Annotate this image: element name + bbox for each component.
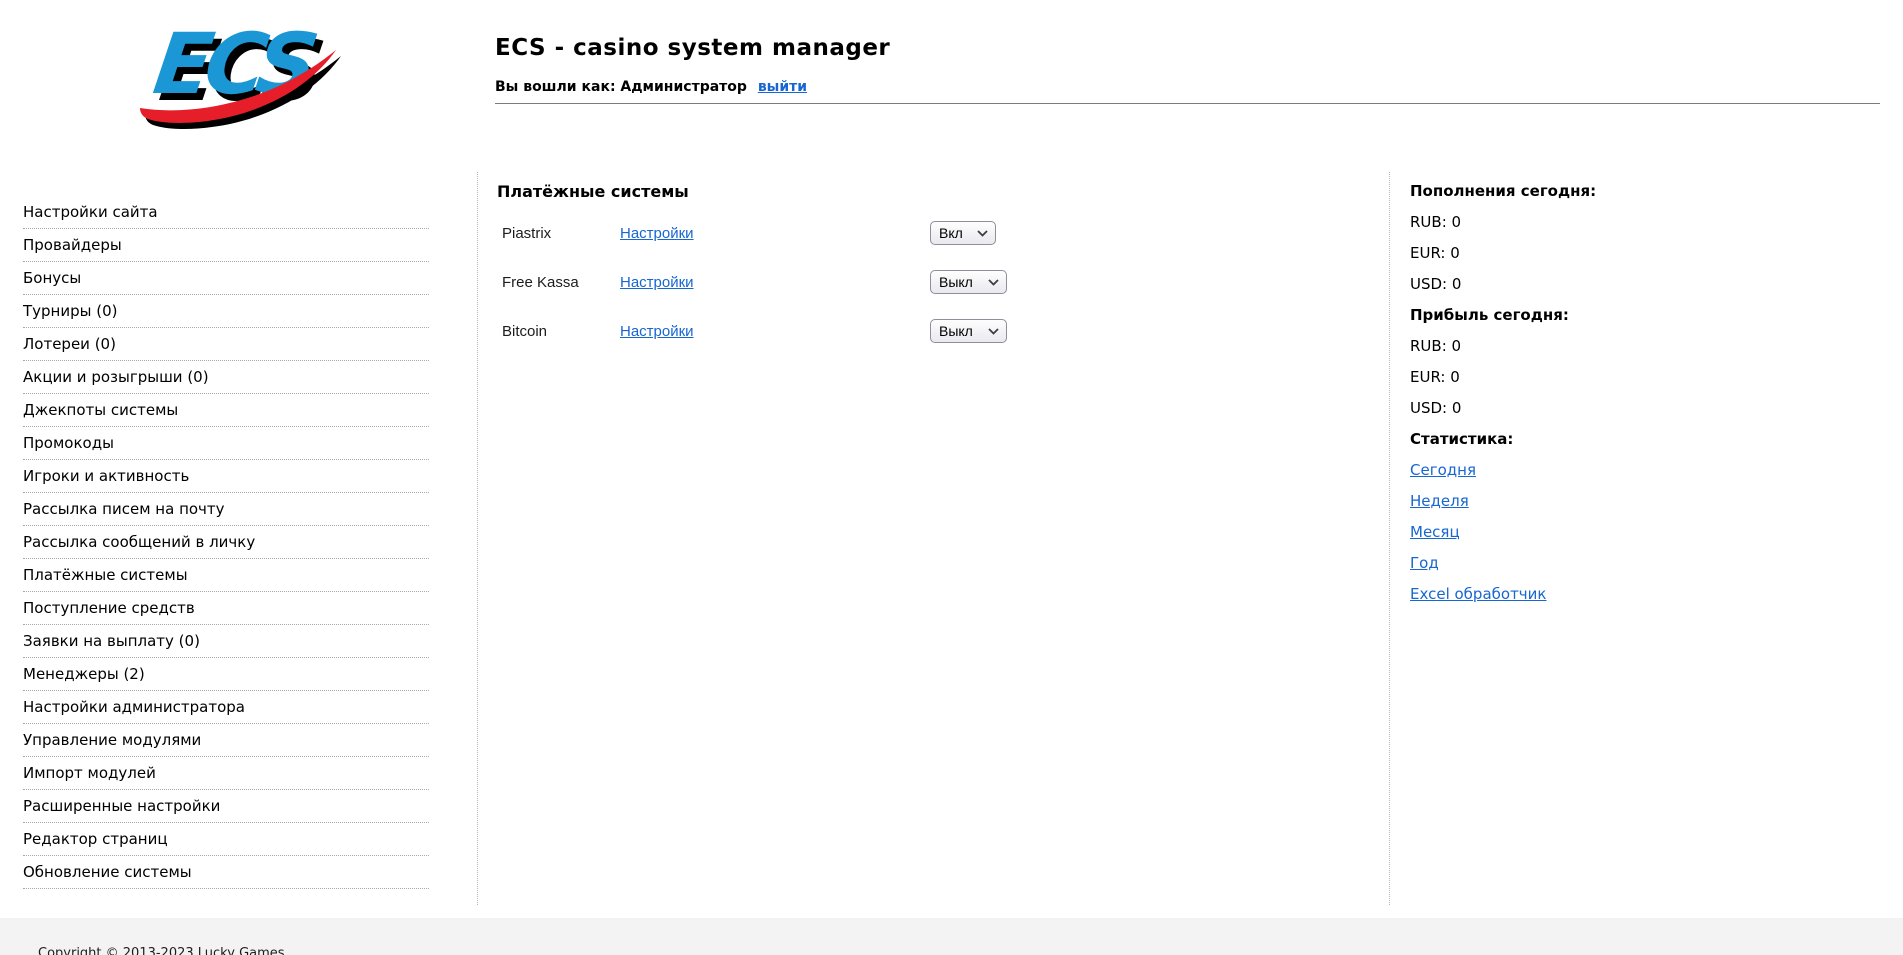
page-title: ECS - casino system manager	[495, 35, 891, 61]
payment-state-select[interactable]: Вкл	[930, 221, 996, 245]
stats-link-excel[interactable]: Excel обработчик	[1410, 585, 1546, 603]
logout-link[interactable]: выйти	[758, 79, 807, 95]
stats-link-week[interactable]: Неделя	[1410, 492, 1469, 510]
stats-link-today[interactable]: Сегодня	[1410, 461, 1476, 479]
logo[interactable]: ECS ECS	[138, 15, 342, 132]
deposits-usd: USD: 0	[1410, 275, 1462, 293]
chevron-down-icon	[988, 278, 999, 286]
login-status-text: Вы вошли как: Администратор	[495, 79, 747, 95]
payment-row-free-kassa: Free Kassa Настройки Выкл	[502, 270, 1007, 294]
sidebar-item-payment-systems[interactable]: Платёжные системы	[23, 559, 429, 592]
profit-usd: USD: 0	[1410, 399, 1462, 417]
sidebar-item-system-update[interactable]: Обновление системы	[23, 856, 429, 889]
sidebar-item-bonuses[interactable]: Бонусы	[23, 262, 429, 295]
page: ECS ECS ECS - casino system manager Вы в…	[0, 0, 1903, 955]
payment-state-value: Выкл	[939, 323, 973, 339]
logo-text: ECS	[148, 16, 320, 113]
sidebar-item-site-settings[interactable]: Настройки сайта	[23, 196, 429, 229]
profit-rub: RUB: 0	[1410, 337, 1462, 355]
copyright-text: Copyright © 2013-2023 Lucky Games	[38, 946, 285, 955]
payment-row-piastrix: Piastrix Настройки Вкл	[502, 221, 996, 245]
payment-systems-heading: Платёжные системы	[497, 182, 689, 201]
stats-panel: Пополнения сегодня: RUB: 0 EUR: 0 USD: 0…	[1410, 183, 1710, 617]
payment-state-select[interactable]: Выкл	[930, 270, 1007, 294]
login-status-line: Вы вошли как: Администратор выйти	[495, 79, 807, 95]
sidebar-item-jackpots[interactable]: Джекпоты системы	[23, 394, 429, 427]
payment-settings-link[interactable]: Настройки	[620, 323, 930, 340]
footer: Copyright © 2013-2023 Lucky Games	[0, 918, 1903, 955]
sidebar-item-tournaments[interactable]: Турниры (0)	[23, 295, 429, 328]
chevron-down-icon	[977, 229, 988, 237]
deposits-today-heading: Пополнения сегодня:	[1410, 182, 1597, 200]
payment-state-value: Выкл	[939, 274, 973, 290]
payment-state-select[interactable]: Выкл	[930, 319, 1007, 343]
header-divider	[495, 103, 1880, 104]
profit-today-heading: Прибыль сегодня:	[1410, 306, 1569, 324]
stats-link-month[interactable]: Месяц	[1410, 523, 1460, 541]
payment-state-value: Вкл	[939, 225, 963, 241]
sidebar-item-managers[interactable]: Менеджеры (2)	[23, 658, 429, 691]
payment-row-bitcoin: Bitcoin Настройки Выкл	[502, 319, 1007, 343]
sidebar-item-admin-settings[interactable]: Настройки администратора	[23, 691, 429, 724]
payment-name: Piastrix	[502, 224, 552, 242]
sidebar-item-module-management[interactable]: Управление модулями	[23, 724, 429, 757]
stats-link-year[interactable]: Год	[1410, 554, 1439, 572]
sidebar-item-promocodes[interactable]: Промокоды	[23, 427, 429, 460]
sidebar-item-incoming-funds[interactable]: Поступление средств	[23, 592, 429, 625]
deposits-eur: EUR: 0	[1410, 244, 1460, 262]
payment-settings-link[interactable]: Настройки	[620, 274, 930, 291]
profit-eur: EUR: 0	[1410, 368, 1460, 386]
statistics-heading: Статистика:	[1410, 430, 1514, 448]
payment-settings-link[interactable]: Настройки	[620, 225, 930, 242]
sidebar: Настройки сайта Провайдеры Бонусы Турнир…	[23, 196, 429, 889]
deposits-rub: RUB: 0	[1410, 213, 1462, 231]
sidebar-item-payout-requests[interactable]: Заявки на выплату (0)	[23, 625, 429, 658]
ecs-logo-image: ECS ECS	[140, 15, 341, 129]
sidebar-item-advanced-settings[interactable]: Расширенные настройки	[23, 790, 429, 823]
payment-name: Bitcoin	[502, 322, 548, 340]
payment-name: Free Kassa	[502, 273, 579, 291]
sidebar-item-email-newsletter[interactable]: Рассылка писем на почту	[23, 493, 429, 526]
sidebar-item-lotteries[interactable]: Лотереи (0)	[23, 328, 429, 361]
sidebar-item-pm-newsletter[interactable]: Рассылка сообщений в личку	[23, 526, 429, 559]
sidebar-item-promotions[interactable]: Акции и розыгрыши (0)	[23, 361, 429, 394]
sidebar-item-page-editor[interactable]: Редактор страниц	[23, 823, 429, 856]
content-divider-right	[1389, 172, 1390, 905]
sidebar-item-providers[interactable]: Провайдеры	[23, 229, 429, 262]
sidebar-item-players-activity[interactable]: Игроки и активность	[23, 460, 429, 493]
chevron-down-icon	[988, 327, 999, 335]
sidebar-item-module-import[interactable]: Импорт модулей	[23, 757, 429, 790]
content-divider-left	[477, 172, 478, 905]
